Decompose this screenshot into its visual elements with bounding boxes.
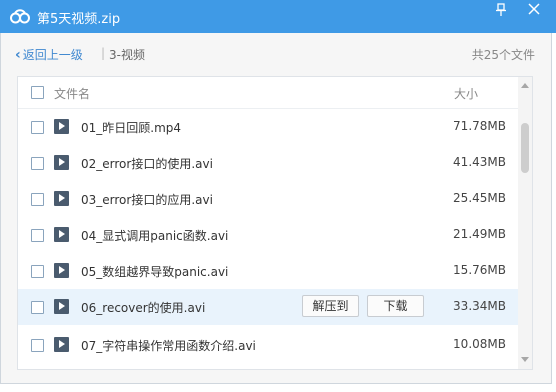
video-file-icon bbox=[54, 119, 69, 134]
file-size: 15.76MB bbox=[453, 263, 506, 277]
row-checkbox[interactable] bbox=[31, 301, 44, 314]
file-size: 41.43MB bbox=[453, 155, 506, 169]
vertical-scrollbar[interactable] bbox=[518, 77, 532, 369]
archive-window: ‹ 返回上一级 | 3-视频 共25个文件 文件名 大小 01_昨日回顾.mp4 … bbox=[0, 33, 552, 384]
scroll-down-arrow-icon[interactable] bbox=[521, 357, 529, 362]
file-size: 21.49MB bbox=[453, 227, 506, 241]
list-item[interactable]: 04_显式调用panic函数.avi 21.49MB bbox=[18, 217, 518, 253]
chevron-left-icon: ‹ bbox=[15, 47, 21, 63]
back-label: 返回上一级 bbox=[22, 48, 83, 62]
row-checkbox[interactable] bbox=[31, 265, 44, 278]
file-name: 04_显式调用panic函数.avi bbox=[81, 229, 229, 243]
extract-to-button[interactable]: 解压到 bbox=[302, 295, 359, 317]
file-list: 文件名 大小 01_昨日回顾.mp4 71.78MB 02_error接口的使用… bbox=[17, 76, 533, 370]
video-file-icon bbox=[54, 227, 69, 242]
close-icon[interactable] bbox=[520, 0, 548, 20]
file-size: 33.34MB bbox=[453, 299, 506, 313]
file-name: 02_error接口的使用.avi bbox=[81, 157, 213, 171]
video-file-icon bbox=[54, 337, 69, 352]
file-name: 05_数组越界导致panic.avi bbox=[81, 265, 229, 279]
title-bar: 第5天视频.zip bbox=[0, 0, 556, 33]
file-name: 03_error接口的应用.avi bbox=[81, 193, 213, 207]
file-size: 71.78MB bbox=[453, 119, 506, 133]
video-file-icon bbox=[54, 191, 69, 206]
row-checkbox[interactable] bbox=[31, 193, 44, 206]
list-item[interactable]: 06_recover的使用.avi 解压到 下载 33.34MB bbox=[18, 289, 518, 325]
window-title: 第5天视频.zip bbox=[37, 12, 121, 27]
file-name: 06_recover的使用.avi bbox=[81, 301, 206, 315]
breadcrumb-separator: | bbox=[101, 46, 106, 60]
breadcrumb-current-folder: 3-视频 bbox=[109, 48, 145, 62]
file-name: 01_昨日回顾.mp4 bbox=[81, 121, 182, 135]
list-item[interactable]: 02_error接口的使用.avi 41.43MB bbox=[18, 145, 518, 181]
scroll-up-arrow-icon[interactable] bbox=[521, 83, 529, 88]
pin-icon[interactable] bbox=[487, 0, 515, 20]
video-file-icon bbox=[54, 155, 69, 170]
scrollbar-thumb[interactable] bbox=[521, 123, 529, 173]
file-size: 25.45MB bbox=[453, 191, 506, 205]
list-item[interactable]: 07_字符串操作常用函数介绍.avi 10.08MB bbox=[18, 327, 518, 363]
file-size: 10.08MB bbox=[453, 337, 506, 351]
row-checkbox[interactable] bbox=[31, 339, 44, 352]
list-item[interactable]: 03_error接口的应用.avi 25.45MB bbox=[18, 181, 518, 217]
list-item[interactable]: 05_数组越界导致panic.avi 15.76MB bbox=[18, 253, 518, 289]
column-header-size[interactable]: 大小 bbox=[454, 85, 478, 102]
back-button[interactable]: ‹ 返回上一级 bbox=[15, 46, 83, 63]
row-checkbox[interactable] bbox=[31, 229, 44, 242]
row-checkbox[interactable] bbox=[31, 121, 44, 134]
file-count: 共25个文件 bbox=[471, 48, 535, 62]
file-name: 07_字符串操作常用函数介绍.avi bbox=[81, 339, 256, 353]
list-item[interactable]: 01_昨日回顾.mp4 71.78MB bbox=[18, 109, 518, 145]
download-button[interactable]: 下载 bbox=[367, 295, 424, 317]
select-all-checkbox[interactable] bbox=[31, 86, 44, 99]
column-header-name[interactable]: 文件名 bbox=[54, 85, 90, 102]
list-header: 文件名 大小 bbox=[18, 77, 518, 109]
row-checkbox[interactable] bbox=[31, 157, 44, 170]
video-file-icon bbox=[54, 263, 69, 278]
navigation-bar: ‹ 返回上一级 | 3-视频 共25个文件 bbox=[15, 45, 535, 65]
cloud-logo-icon bbox=[10, 9, 30, 24]
video-file-icon bbox=[54, 299, 69, 314]
